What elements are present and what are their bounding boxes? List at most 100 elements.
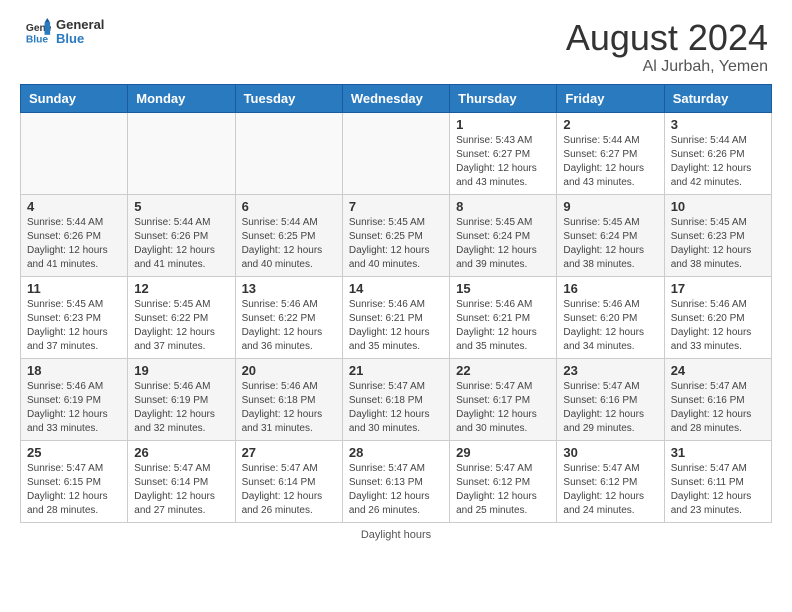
day-number: 17	[671, 281, 765, 296]
logo-line2: Blue	[56, 32, 104, 46]
day-info: Sunrise: 5:44 AM Sunset: 6:25 PM Dayligh…	[242, 216, 336, 272]
day-info: Sunrise: 5:46 AM Sunset: 6:20 PM Dayligh…	[671, 298, 765, 354]
day-info: Sunrise: 5:47 AM Sunset: 6:12 PM Dayligh…	[563, 462, 657, 518]
day-number: 21	[349, 363, 443, 378]
calendar-cell: 26Sunrise: 5:47 AM Sunset: 6:14 PM Dayli…	[128, 440, 235, 522]
day-number: 30	[563, 445, 657, 460]
day-number: 22	[456, 363, 550, 378]
day-number: 11	[27, 281, 121, 296]
calendar-cell	[21, 112, 128, 194]
day-info: Sunrise: 5:43 AM Sunset: 6:27 PM Dayligh…	[456, 134, 550, 190]
day-number: 27	[242, 445, 336, 460]
calendar-cell: 23 Sunrise: 5:47 AM Sunset: 6:16 PM Dayli…	[557, 358, 664, 440]
calendar-cell: 27 Sunrise: 5:47 AM Sunset: 6:14 PM Dayli…	[235, 440, 342, 522]
calendar-cell: 16 Sunrise: 5:46 AM Sunset: 6:20 PM Dayli…	[557, 276, 664, 358]
day-info: Sunrise: 5:45 AM Sunset: 6:23 PM Dayligh…	[671, 216, 765, 272]
calendar-cell: 1Sunrise: 5:43 AM Sunset: 6:27 PM Daylig…	[450, 112, 557, 194]
logo-line1: General	[56, 18, 104, 32]
calendar-cell: 17 Sunrise: 5:46 AM Sunset: 6:20 PM Dayli…	[664, 276, 771, 358]
day-number: 23	[563, 363, 657, 378]
calendar-cell: 24Sunrise: 5:47 AM Sunset: 6:16 PM Dayli…	[664, 358, 771, 440]
day-number: 20	[242, 363, 336, 378]
calendar-cell: 5Sunrise: 5:44 AM Sunset: 6:26 PM Daylig…	[128, 194, 235, 276]
day-number: 7	[349, 199, 443, 214]
weekday-header: Monday	[128, 84, 235, 112]
day-number: 5	[134, 199, 228, 214]
calendar-cell: 28Sunrise: 5:47 AM Sunset: 6:13 PM Dayli…	[342, 440, 449, 522]
day-number: 6	[242, 199, 336, 214]
day-number: 13	[242, 281, 336, 296]
calendar-cell: 9 Sunrise: 5:45 AM Sunset: 6:24 PM Daylig…	[557, 194, 664, 276]
calendar-week-row: 1Sunrise: 5:43 AM Sunset: 6:27 PM Daylig…	[21, 112, 772, 194]
calendar-cell: 4 Sunrise: 5:44 AM Sunset: 6:26 PM Daylig…	[21, 194, 128, 276]
calendar-cell: 11 Sunrise: 5:45 AM Sunset: 6:23 PM Dayli…	[21, 276, 128, 358]
day-number: 16	[563, 281, 657, 296]
calendar-header-row: SundayMondayTuesdayWednesdayThursdayFrid…	[21, 84, 772, 112]
calendar-cell: 20Sunrise: 5:46 AM Sunset: 6:18 PM Dayli…	[235, 358, 342, 440]
day-number: 2	[563, 117, 657, 132]
title-block: August 2024 Al Jurbah, Yemen	[566, 18, 768, 76]
day-info: Sunrise: 5:45 AM Sunset: 6:25 PM Dayligh…	[349, 216, 443, 272]
calendar-table: SundayMondayTuesdayWednesdayThursdayFrid…	[20, 84, 772, 523]
day-info: Sunrise: 5:46 AM Sunset: 6:22 PM Dayligh…	[242, 298, 336, 354]
day-info: Sunrise: 5:45 AM Sunset: 6:22 PM Dayligh…	[134, 298, 228, 354]
calendar-cell: 15 Sunrise: 5:46 AM Sunset: 6:21 PM Dayli…	[450, 276, 557, 358]
weekday-header: Sunday	[21, 84, 128, 112]
weekday-header: Wednesday	[342, 84, 449, 112]
day-info: Sunrise: 5:46 AM Sunset: 6:21 PM Dayligh…	[456, 298, 550, 354]
calendar-week-row: 11 Sunrise: 5:45 AM Sunset: 6:23 PM Dayli…	[21, 276, 772, 358]
calendar-cell	[235, 112, 342, 194]
day-info: Sunrise: 5:46 AM Sunset: 6:19 PM Dayligh…	[134, 380, 228, 436]
month-title: August 2024	[566, 18, 768, 58]
calendar-cell: 25Sunrise: 5:47 AM Sunset: 6:15 PM Dayli…	[21, 440, 128, 522]
day-number: 19	[134, 363, 228, 378]
day-number: 26	[134, 445, 228, 460]
day-number: 15	[456, 281, 550, 296]
day-number: 31	[671, 445, 765, 460]
calendar-cell: 12Sunrise: 5:45 AM Sunset: 6:22 PM Dayli…	[128, 276, 235, 358]
day-info: Sunrise: 5:45 AM Sunset: 6:24 PM Dayligh…	[563, 216, 657, 272]
calendar-cell: 7 Sunrise: 5:45 AM Sunset: 6:25 PM Daylig…	[342, 194, 449, 276]
calendar-cell: 14Sunrise: 5:46 AM Sunset: 6:21 PM Dayli…	[342, 276, 449, 358]
day-info: Sunrise: 5:44 AM Sunset: 6:26 PM Dayligh…	[671, 134, 765, 190]
calendar-cell: 3 Sunrise: 5:44 AM Sunset: 6:26 PM Daylig…	[664, 112, 771, 194]
day-info: Sunrise: 5:44 AM Sunset: 6:26 PM Dayligh…	[27, 216, 121, 272]
calendar-cell: 6 Sunrise: 5:44 AM Sunset: 6:25 PM Daylig…	[235, 194, 342, 276]
calendar-body: 1Sunrise: 5:43 AM Sunset: 6:27 PM Daylig…	[21, 112, 772, 522]
day-info: Sunrise: 5:47 AM Sunset: 6:16 PM Dayligh…	[563, 380, 657, 436]
calendar-cell: 18 Sunrise: 5:46 AM Sunset: 6:19 PM Dayli…	[21, 358, 128, 440]
day-info: Sunrise: 5:47 AM Sunset: 6:14 PM Dayligh…	[242, 462, 336, 518]
day-info: Sunrise: 5:45 AM Sunset: 6:23 PM Dayligh…	[27, 298, 121, 354]
day-number: 8	[456, 199, 550, 214]
calendar-cell: 21 Sunrise: 5:47 AM Sunset: 6:18 PM Dayli…	[342, 358, 449, 440]
day-number: 28	[349, 445, 443, 460]
day-number: 25	[27, 445, 121, 460]
calendar-cell: 19 Sunrise: 5:46 AM Sunset: 6:19 PM Dayli…	[128, 358, 235, 440]
location-title: Al Jurbah, Yemen	[566, 58, 768, 76]
day-number: 14	[349, 281, 443, 296]
calendar-cell: 8Sunrise: 5:45 AM Sunset: 6:24 PM Daylig…	[450, 194, 557, 276]
day-info: Sunrise: 5:47 AM Sunset: 6:12 PM Dayligh…	[456, 462, 550, 518]
calendar-week-row: 25Sunrise: 5:47 AM Sunset: 6:15 PM Dayli…	[21, 440, 772, 522]
calendar-cell	[342, 112, 449, 194]
day-number: 3	[671, 117, 765, 132]
day-number: 18	[27, 363, 121, 378]
day-number: 29	[456, 445, 550, 460]
footer-note: Daylight hours	[0, 523, 792, 545]
weekday-header: Saturday	[664, 84, 771, 112]
day-number: 9	[563, 199, 657, 214]
day-number: 24	[671, 363, 765, 378]
day-info: Sunrise: 5:47 AM Sunset: 6:18 PM Dayligh…	[349, 380, 443, 436]
day-info: Sunrise: 5:46 AM Sunset: 6:19 PM Dayligh…	[27, 380, 121, 436]
day-info: Sunrise: 5:46 AM Sunset: 6:20 PM Dayligh…	[563, 298, 657, 354]
calendar-cell: 29 Sunrise: 5:47 AM Sunset: 6:12 PM Dayli…	[450, 440, 557, 522]
logo: General Blue General Blue	[24, 18, 104, 47]
calendar-wrapper: SundayMondayTuesdayWednesdayThursdayFrid…	[0, 84, 792, 523]
calendar-cell: 31 Sunrise: 5:47 AM Sunset: 6:11 PM Dayli…	[664, 440, 771, 522]
day-number: 10	[671, 199, 765, 214]
day-info: Sunrise: 5:47 AM Sunset: 6:11 PM Dayligh…	[671, 462, 765, 518]
day-number: 4	[27, 199, 121, 214]
calendar-week-row: 18 Sunrise: 5:46 AM Sunset: 6:19 PM Dayli…	[21, 358, 772, 440]
svg-text:Blue: Blue	[26, 35, 49, 46]
day-info: Sunrise: 5:44 AM Sunset: 6:27 PM Dayligh…	[563, 134, 657, 190]
